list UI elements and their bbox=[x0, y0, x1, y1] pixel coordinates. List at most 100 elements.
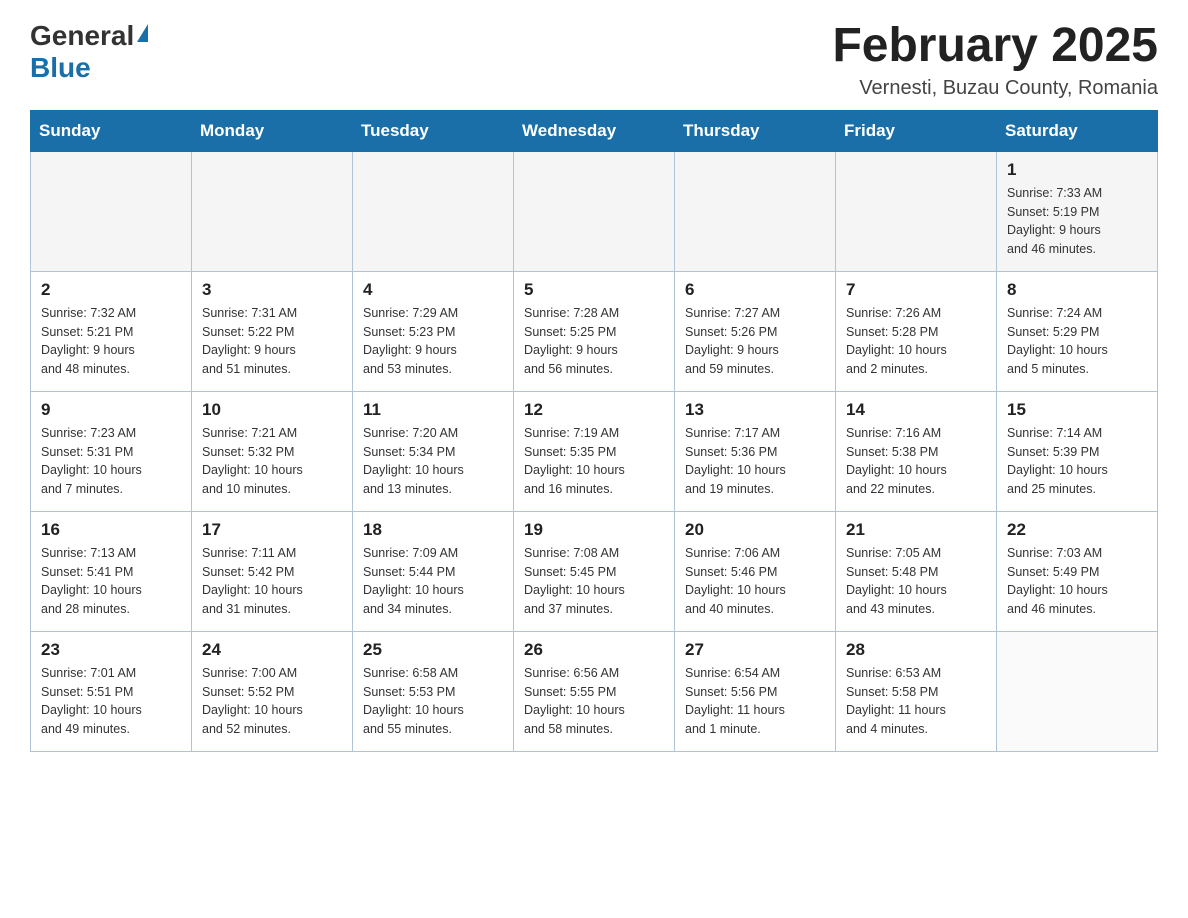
calendar-cell bbox=[514, 151, 675, 271]
day-number: 19 bbox=[524, 520, 664, 540]
month-title: February 2025 bbox=[832, 20, 1158, 73]
day-number: 25 bbox=[363, 640, 503, 660]
day-info: Sunrise: 7:09 AM Sunset: 5:44 PM Dayligh… bbox=[363, 544, 503, 619]
calendar-cell: 14Sunrise: 7:16 AM Sunset: 5:38 PM Dayli… bbox=[836, 391, 997, 511]
calendar-header-wednesday: Wednesday bbox=[514, 110, 675, 151]
logo-blue-text: Blue bbox=[30, 52, 91, 83]
day-info: Sunrise: 7:23 AM Sunset: 5:31 PM Dayligh… bbox=[41, 424, 181, 499]
calendar-cell: 24 Sunrise: 7:00 AM Sunset: 5:52 PM Dayli… bbox=[192, 631, 353, 751]
calendar-cell: 9 Sunrise: 7:23 AM Sunset: 5:31 PM Daylig… bbox=[31, 391, 192, 511]
day-info: Sunrise: 7:26 AM Sunset: 5:28 PM Dayligh… bbox=[846, 304, 986, 379]
day-number: 13 bbox=[685, 400, 825, 420]
calendar-cell: 21 Sunrise: 7:05 AM Sunset: 5:48 PM Dayli… bbox=[836, 511, 997, 631]
logo-general-text: General bbox=[30, 20, 134, 52]
day-number: 26 bbox=[524, 640, 664, 660]
day-info: Sunrise: 7:27 AM Sunset: 5:26 PM Dayligh… bbox=[685, 304, 825, 379]
day-number: 24 bbox=[202, 640, 342, 660]
day-info: Sunrise: 7:33 AM Sunset: 5:19 PM Dayligh… bbox=[1007, 184, 1147, 259]
day-number: 16 bbox=[41, 520, 181, 540]
calendar-cell: 4Sunrise: 7:29 AM Sunset: 5:23 PM Daylig… bbox=[353, 271, 514, 391]
day-info: Sunrise: 6:53 AM Sunset: 5:58 PM Dayligh… bbox=[846, 664, 986, 739]
calendar-header-monday: Monday bbox=[192, 110, 353, 151]
calendar-cell: 19 Sunrise: 7:08 AM Sunset: 5:45 PM Dayli… bbox=[514, 511, 675, 631]
calendar-header-thursday: Thursday bbox=[675, 110, 836, 151]
calendar-cell: 20 Sunrise: 7:06 AM Sunset: 5:46 PM Dayli… bbox=[675, 511, 836, 631]
day-number: 6 bbox=[685, 280, 825, 300]
day-info: Sunrise: 7:05 AM Sunset: 5:48 PM Dayligh… bbox=[846, 544, 986, 619]
day-number: 7 bbox=[846, 280, 986, 300]
day-number: 20 bbox=[685, 520, 825, 540]
calendar-header-sunday: Sunday bbox=[31, 110, 192, 151]
day-info: Sunrise: 7:19 AM Sunset: 5:35 PM Dayligh… bbox=[524, 424, 664, 499]
day-info: Sunrise: 7:08 AM Sunset: 5:45 PM Dayligh… bbox=[524, 544, 664, 619]
day-number: 18 bbox=[363, 520, 503, 540]
calendar-cell bbox=[675, 151, 836, 271]
day-number: 12 bbox=[524, 400, 664, 420]
calendar-cell: 10Sunrise: 7:21 AM Sunset: 5:32 PM Dayli… bbox=[192, 391, 353, 511]
calendar-cell: 25 Sunrise: 6:58 AM Sunset: 5:53 PM Dayli… bbox=[353, 631, 514, 751]
day-info: Sunrise: 7:00 AM Sunset: 5:52 PM Dayligh… bbox=[202, 664, 342, 739]
calendar-header-saturday: Saturday bbox=[997, 110, 1158, 151]
calendar-header-tuesday: Tuesday bbox=[353, 110, 514, 151]
day-number: 21 bbox=[846, 520, 986, 540]
day-info: Sunrise: 7:20 AM Sunset: 5:34 PM Dayligh… bbox=[363, 424, 503, 499]
day-info: Sunrise: 7:32 AM Sunset: 5:21 PM Dayligh… bbox=[41, 304, 181, 379]
day-number: 15 bbox=[1007, 400, 1147, 420]
calendar-cell: 7 Sunrise: 7:26 AM Sunset: 5:28 PM Daylig… bbox=[836, 271, 997, 391]
day-info: Sunrise: 7:13 AM Sunset: 5:41 PM Dayligh… bbox=[41, 544, 181, 619]
calendar-cell bbox=[31, 151, 192, 271]
calendar-cell: 26Sunrise: 6:56 AM Sunset: 5:55 PM Dayli… bbox=[514, 631, 675, 751]
calendar-week-row: 1 Sunrise: 7:33 AM Sunset: 5:19 PM Daylig… bbox=[31, 151, 1158, 271]
calendar-cell: 5 Sunrise: 7:28 AM Sunset: 5:25 PM Daylig… bbox=[514, 271, 675, 391]
day-number: 27 bbox=[685, 640, 825, 660]
logo-triangle-icon bbox=[137, 24, 148, 42]
day-number: 14 bbox=[846, 400, 986, 420]
day-info: Sunrise: 6:54 AM Sunset: 5:56 PM Dayligh… bbox=[685, 664, 825, 739]
calendar-cell: 28 Sunrise: 6:53 AM Sunset: 5:58 PM Dayli… bbox=[836, 631, 997, 751]
day-number: 8 bbox=[1007, 280, 1147, 300]
calendar-header-friday: Friday bbox=[836, 110, 997, 151]
calendar-cell: 2 Sunrise: 7:32 AM Sunset: 5:21 PM Daylig… bbox=[31, 271, 192, 391]
calendar-cell: 8Sunrise: 7:24 AM Sunset: 5:29 PM Daylig… bbox=[997, 271, 1158, 391]
calendar-cell: 17 Sunrise: 7:11 AM Sunset: 5:42 PM Dayli… bbox=[192, 511, 353, 631]
day-number: 4 bbox=[363, 280, 503, 300]
calendar-cell: 16 Sunrise: 7:13 AM Sunset: 5:41 PM Dayli… bbox=[31, 511, 192, 631]
day-number: 17 bbox=[202, 520, 342, 540]
calendar-cell: 6 Sunrise: 7:27 AM Sunset: 5:26 PM Daylig… bbox=[675, 271, 836, 391]
day-info: Sunrise: 7:01 AM Sunset: 5:51 PM Dayligh… bbox=[41, 664, 181, 739]
calendar-header-row: SundayMondayTuesdayWednesdayThursdayFrid… bbox=[31, 110, 1158, 151]
calendar-cell: 11 Sunrise: 7:20 AM Sunset: 5:34 PM Dayli… bbox=[353, 391, 514, 511]
logo: General Blue bbox=[30, 20, 148, 84]
calendar-cell bbox=[997, 631, 1158, 751]
day-info: Sunrise: 7:14 AM Sunset: 5:39 PM Dayligh… bbox=[1007, 424, 1147, 499]
calendar-week-row: 9 Sunrise: 7:23 AM Sunset: 5:31 PM Daylig… bbox=[31, 391, 1158, 511]
calendar-week-row: 16 Sunrise: 7:13 AM Sunset: 5:41 PM Dayli… bbox=[31, 511, 1158, 631]
day-number: 9 bbox=[41, 400, 181, 420]
day-info: Sunrise: 7:11 AM Sunset: 5:42 PM Dayligh… bbox=[202, 544, 342, 619]
day-number: 22 bbox=[1007, 520, 1147, 540]
title-section: February 2025 Vernesti, Buzau County, Ro… bbox=[832, 20, 1158, 100]
calendar-cell: 13 Sunrise: 7:17 AM Sunset: 5:36 PM Dayli… bbox=[675, 391, 836, 511]
day-number: 5 bbox=[524, 280, 664, 300]
day-number: 28 bbox=[846, 640, 986, 660]
calendar-cell: 23Sunrise: 7:01 AM Sunset: 5:51 PM Dayli… bbox=[31, 631, 192, 751]
page-header: General Blue February 2025 Vernesti, Buz… bbox=[30, 20, 1158, 100]
day-number: 11 bbox=[363, 400, 503, 420]
day-number: 10 bbox=[202, 400, 342, 420]
day-info: Sunrise: 7:28 AM Sunset: 5:25 PM Dayligh… bbox=[524, 304, 664, 379]
day-info: Sunrise: 6:58 AM Sunset: 5:53 PM Dayligh… bbox=[363, 664, 503, 739]
day-info: Sunrise: 7:06 AM Sunset: 5:46 PM Dayligh… bbox=[685, 544, 825, 619]
calendar-cell: 27 Sunrise: 6:54 AM Sunset: 5:56 PM Dayli… bbox=[675, 631, 836, 751]
calendar-cell: 12 Sunrise: 7:19 AM Sunset: 5:35 PM Dayli… bbox=[514, 391, 675, 511]
calendar-cell bbox=[192, 151, 353, 271]
day-info: Sunrise: 7:17 AM Sunset: 5:36 PM Dayligh… bbox=[685, 424, 825, 499]
day-number: 1 bbox=[1007, 160, 1147, 180]
calendar-cell: 1 Sunrise: 7:33 AM Sunset: 5:19 PM Daylig… bbox=[997, 151, 1158, 271]
calendar-cell: 3Sunrise: 7:31 AM Sunset: 5:22 PM Daylig… bbox=[192, 271, 353, 391]
day-number: 2 bbox=[41, 280, 181, 300]
calendar-cell bbox=[836, 151, 997, 271]
day-info: Sunrise: 7:31 AM Sunset: 5:22 PM Dayligh… bbox=[202, 304, 342, 379]
calendar-table: SundayMondayTuesdayWednesdayThursdayFrid… bbox=[30, 110, 1158, 752]
calendar-cell: 15 Sunrise: 7:14 AM Sunset: 5:39 PM Dayli… bbox=[997, 391, 1158, 511]
calendar-week-row: 23Sunrise: 7:01 AM Sunset: 5:51 PM Dayli… bbox=[31, 631, 1158, 751]
